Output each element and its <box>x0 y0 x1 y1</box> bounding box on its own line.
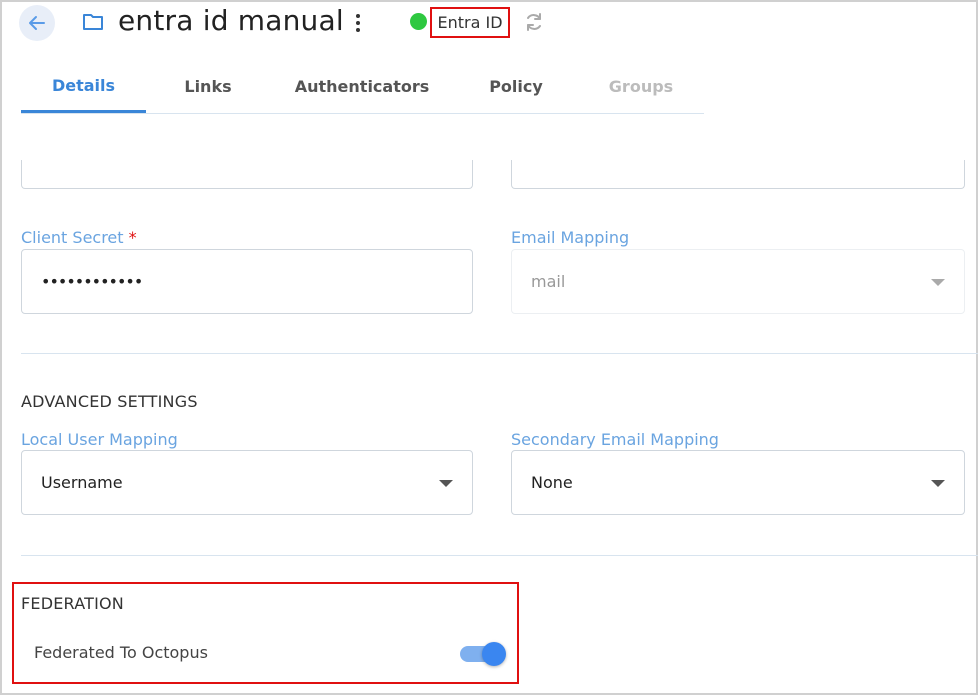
secondary-email-mapping-select[interactable]: None <box>511 450 965 515</box>
local-user-mapping-select[interactable]: Username <box>21 450 473 515</box>
more-vert-icon[interactable] <box>350 11 366 35</box>
tab-links[interactable]: Links <box>158 60 258 113</box>
tab-details[interactable]: Details <box>21 60 146 113</box>
tab-policy[interactable]: Policy <box>471 60 561 113</box>
section-divider <box>21 555 978 556</box>
field-above-right[interactable] <box>511 160 965 189</box>
email-mapping-label: Email Mapping <box>511 228 630 247</box>
status-indicator <box>410 13 427 30</box>
client-secret-value: •••••••••••• <box>41 272 143 291</box>
chevron-down-icon <box>931 279 945 286</box>
folder-icon <box>83 14 103 30</box>
chevron-down-icon <box>439 480 453 487</box>
local-user-mapping-label: Local User Mapping <box>21 430 178 449</box>
email-mapping-value: mail <box>531 272 566 291</box>
toggle-thumb <box>482 642 506 666</box>
sync-icon[interactable] <box>522 10 546 34</box>
federation-heading: FEDERATION <box>21 594 124 613</box>
section-divider <box>21 353 978 354</box>
advanced-settings-heading: ADVANCED SETTINGS <box>21 392 198 411</box>
back-button[interactable] <box>19 5 55 41</box>
field-above-left[interactable] <box>21 160 473 189</box>
tab-authenticators[interactable]: Authenticators <box>291 60 433 113</box>
federated-to-octopus-toggle[interactable] <box>460 642 506 666</box>
email-mapping-select: mail <box>511 249 965 314</box>
client-secret-field[interactable]: •••••••••••• <box>21 249 473 314</box>
federated-to-octopus-label: Federated To Octopus <box>34 643 208 662</box>
client-secret-label: Client Secret * <box>21 228 137 247</box>
secondary-email-mapping-label: Secondary Email Mapping <box>511 430 719 449</box>
status-label: Entra ID <box>430 7 510 38</box>
chevron-down-icon <box>931 480 945 487</box>
local-user-mapping-value: Username <box>41 473 123 492</box>
arrow-left-icon <box>29 16 45 30</box>
tab-bar: Details Links Authenticators Policy Grou… <box>21 60 704 114</box>
secondary-email-mapping-value: None <box>531 473 573 492</box>
tab-groups: Groups <box>608 77 674 96</box>
page-title: entra id manual <box>118 4 344 37</box>
